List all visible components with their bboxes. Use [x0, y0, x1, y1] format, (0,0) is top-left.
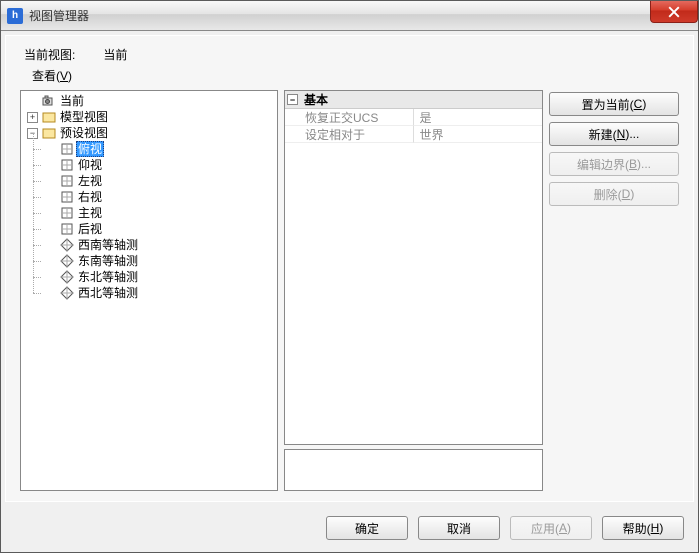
tree-label: 模型视图: [58, 109, 110, 125]
set-current-button[interactable]: 置为当前(C): [549, 92, 679, 116]
help-button[interactable]: 帮助(H): [602, 516, 684, 540]
tree-item-preset-views[interactable]: − 预设视图: [25, 125, 277, 141]
close-icon: [668, 6, 680, 18]
property-name: 恢复正交UCS: [285, 109, 414, 126]
properties-panel: − 基本 恢复正交UCS是设定相对于世界: [284, 90, 543, 491]
tree-label: 俯视: [76, 141, 104, 157]
ortho-view-icon: [60, 190, 74, 204]
tree-item-preset[interactable]: 右视: [43, 189, 277, 205]
views-tree[interactable]: 当前 + 模型视图 −: [20, 90, 278, 491]
delete-button: 删除(D): [549, 182, 679, 206]
ortho-view-icon: [60, 158, 74, 172]
tree-item-preset[interactable]: 西北等轴测: [43, 285, 277, 301]
current-view-row: 当前视图: 当前: [20, 46, 679, 63]
expander-placeholder: [27, 96, 38, 107]
view-manager-dialog: h 视图管理器 当前视图: 当前 查看(V): [0, 0, 699, 553]
tree-item-model-views[interactable]: + 模型视图: [25, 109, 277, 125]
new-button[interactable]: 新建(N)...: [549, 122, 679, 146]
tree-item-preset[interactable]: 俯视: [43, 141, 277, 157]
current-view-label: 当前视图:: [24, 46, 75, 63]
tree-label: 西北等轴测: [76, 285, 140, 301]
ok-button[interactable]: 确定: [326, 516, 408, 540]
tree-label: 左视: [76, 173, 104, 189]
property-value[interactable]: 是: [414, 109, 543, 126]
tree-label: 主视: [76, 205, 104, 221]
ortho-view-icon: [60, 174, 74, 188]
group-label: 基本: [304, 91, 328, 108]
expander-placeholder: [45, 192, 56, 203]
tree-item-preset[interactable]: 东南等轴测: [43, 253, 277, 269]
tree-item-preset[interactable]: 左视: [43, 173, 277, 189]
edit-boundary-button: 编辑边界(B)...: [549, 152, 679, 176]
expander-placeholder: [45, 208, 56, 219]
property-name: 设定相对于: [285, 126, 414, 143]
tree-item-preset[interactable]: 西南等轴测: [43, 237, 277, 253]
camera-icon: [42, 94, 56, 108]
tree-item-current[interactable]: 当前: [25, 93, 277, 109]
folder-icon: [42, 110, 56, 124]
tree-item-preset[interactable]: 东北等轴测: [43, 269, 277, 285]
expander-placeholder: [45, 144, 56, 155]
tree-label: 后视: [76, 221, 104, 237]
bottom-button-bar: 确定 取消 应用(A) 帮助(H): [1, 506, 698, 552]
expander-placeholder: [45, 240, 56, 251]
close-button[interactable]: [650, 1, 698, 23]
expander-placeholder: [45, 272, 56, 283]
tree-item-preset[interactable]: 主视: [43, 205, 277, 221]
ortho-view-icon: [60, 142, 74, 156]
window-title: 视图管理器: [29, 7, 89, 24]
property-description-box: [284, 449, 543, 491]
collapse-icon[interactable]: −: [287, 94, 298, 105]
titlebar: h 视图管理器: [1, 1, 698, 31]
tree-label: 预设视图: [58, 125, 110, 141]
dialog-body: 当前视图: 当前 查看(V) 当前: [5, 35, 694, 502]
ortho-view-icon: [60, 206, 74, 220]
expander-placeholder: [45, 176, 56, 187]
expander-placeholder: [45, 256, 56, 267]
isometric-view-icon: [60, 286, 74, 300]
isometric-view-icon: [60, 238, 74, 252]
expander-placeholder: [45, 224, 56, 235]
isometric-view-icon: [60, 270, 74, 284]
property-value[interactable]: 世界: [414, 126, 543, 143]
properties-grid[interactable]: − 基本 恢复正交UCS是设定相对于世界: [284, 90, 543, 445]
main-area: 当前 + 模型视图 −: [20, 90, 679, 491]
property-row[interactable]: 设定相对于世界: [285, 126, 542, 143]
side-button-column: 置为当前(C) 新建(N)... 编辑边界(B)... 删除(D): [549, 90, 679, 491]
property-group-header[interactable]: − 基本: [285, 91, 542, 109]
cancel-button[interactable]: 取消: [418, 516, 500, 540]
tree-label: 右视: [76, 189, 104, 205]
tree-label: 当前: [58, 93, 86, 109]
property-row[interactable]: 恢复正交UCS是: [285, 109, 542, 126]
ortho-view-icon: [60, 222, 74, 236]
tree-label: 东北等轴测: [76, 269, 140, 285]
app-icon: h: [7, 8, 23, 24]
preset-views-children: 俯视仰视左视右视主视后视西南等轴测东南等轴测东北等轴测西北等轴测: [25, 141, 277, 301]
expander-icon[interactable]: +: [27, 112, 38, 123]
tree-label: 东南等轴测: [76, 253, 140, 269]
expander-placeholder: [45, 288, 56, 299]
apply-button: 应用(A): [510, 516, 592, 540]
isometric-view-icon: [60, 254, 74, 268]
tree-item-preset[interactable]: 后视: [43, 221, 277, 237]
tree-label: 西南等轴测: [76, 237, 140, 253]
tree-item-preset[interactable]: 仰视: [43, 157, 277, 173]
folder-icon: [42, 126, 56, 140]
view-menu[interactable]: 查看(V): [20, 67, 679, 84]
current-view-value: 当前: [103, 46, 127, 63]
expander-placeholder: [45, 160, 56, 171]
tree-label: 仰视: [76, 157, 104, 173]
